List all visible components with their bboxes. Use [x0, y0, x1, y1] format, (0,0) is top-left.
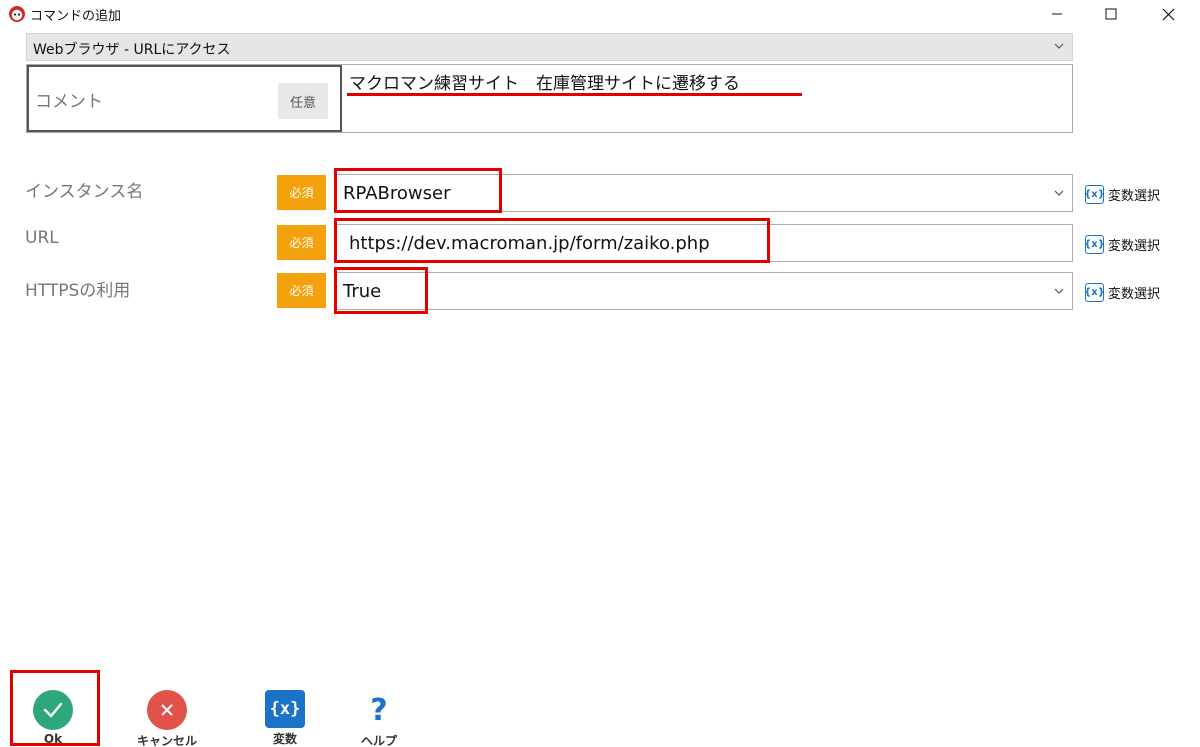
required-badge: 必須	[277, 175, 326, 210]
var-select-label: 変数選択	[1108, 188, 1161, 204]
help-label: ヘルプ	[360, 734, 397, 747]
cancel-x-icon	[147, 690, 187, 730]
variable-braces-icon: {x}	[265, 690, 305, 728]
title-bar: コマンドの追加	[0, 0, 1200, 28]
var-select-label: 変数選択	[1108, 238, 1161, 254]
maximize-icon	[1105, 8, 1117, 20]
cancel-button[interactable]: キャンセル	[137, 690, 197, 747]
comment-label-area: コメント 任意	[27, 65, 342, 132]
required-badge: 必須	[277, 225, 326, 260]
window-title: コマンドの追加	[30, 9, 122, 24]
required-badge: 必須	[277, 273, 326, 308]
field-label-https: HTTPSの利用	[25, 281, 131, 301]
url-value: https://dev.macroman.jp/form/zaiko.php	[349, 233, 710, 254]
url-input[interactable]: https://dev.macroman.jp/form/zaiko.php	[334, 224, 1073, 262]
comment-label: コメント	[35, 92, 103, 112]
variables-button[interactable]: {x} 変数	[265, 690, 305, 747]
minimize-button[interactable]	[1034, 0, 1080, 28]
variables-label: 変数	[272, 732, 297, 746]
optional-badge: 任意	[278, 83, 328, 119]
instance-name-select[interactable]: RPABrowser	[334, 174, 1073, 212]
app-logo-icon	[9, 6, 25, 22]
command-select-value: Webブラウザ - URLにアクセス	[33, 42, 231, 58]
help-question-icon: ?	[359, 690, 399, 730]
var-select-url[interactable]: {x} 変数選択	[1084, 233, 1161, 255]
ok-label: Ok	[43, 732, 63, 746]
field-label-instance: インスタンス名	[25, 182, 144, 202]
https-select[interactable]: True	[334, 272, 1073, 310]
variable-icon: {x}	[1084, 234, 1105, 254]
command-select[interactable]: Webブラウザ - URLにアクセス	[26, 33, 1073, 61]
chevron-down-icon	[1054, 190, 1064, 196]
field-label-url: URL	[25, 228, 59, 248]
close-button[interactable]	[1145, 0, 1191, 28]
maximize-button[interactable]	[1088, 0, 1134, 28]
ok-button[interactable]: Ok	[33, 690, 73, 746]
var-select-instance[interactable]: {x} 変数選択	[1084, 183, 1161, 205]
help-button[interactable]: ? ヘルプ	[359, 690, 399, 747]
chevron-down-icon	[1054, 43, 1064, 49]
comment-input[interactable]: マクロマン練習サイト 在庫管理サイトに遷移する	[349, 69, 740, 94]
cancel-label: キャンセル	[137, 734, 198, 747]
variable-icon: {x}	[1084, 184, 1105, 204]
close-icon	[1162, 8, 1174, 20]
comment-highlight-underline	[347, 93, 802, 96]
variable-icon: {x}	[1084, 282, 1105, 302]
var-select-https[interactable]: {x} 変数選択	[1084, 281, 1161, 303]
minimize-icon	[1052, 13, 1062, 15]
chevron-down-icon	[1054, 288, 1064, 294]
var-select-label: 変数選択	[1108, 286, 1161, 302]
comment-field[interactable]: コメント 任意 マクロマン練習サイト 在庫管理サイトに遷移する	[26, 64, 1073, 133]
check-icon	[33, 690, 73, 730]
https-value: True	[343, 281, 382, 302]
instance-name-value: RPABrowser	[343, 183, 451, 204]
